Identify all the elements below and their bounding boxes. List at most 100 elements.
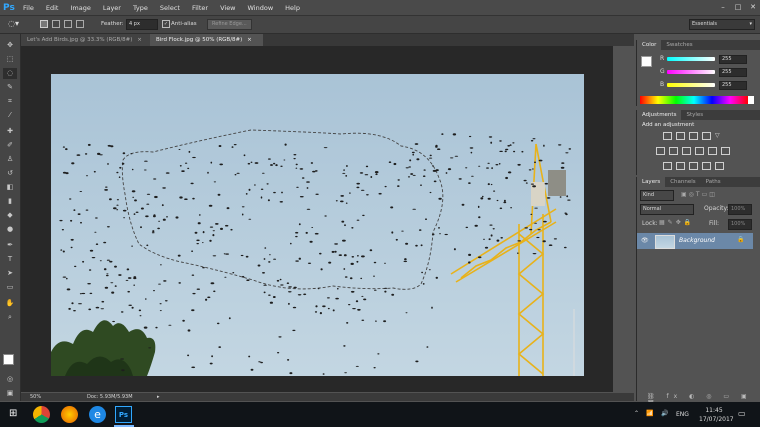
photoshop-taskbar-icon[interactable]: Ps bbox=[115, 406, 132, 423]
white-swatch[interactable] bbox=[748, 96, 754, 104]
channel-mixer-icon[interactable] bbox=[708, 147, 717, 155]
gradient-map-icon[interactable] bbox=[702, 162, 711, 170]
firefox-icon[interactable] bbox=[61, 406, 78, 423]
clock-time[interactable]: 11:45 bbox=[702, 407, 726, 414]
workspace-select[interactable]: Essentials ▾ bbox=[689, 19, 755, 30]
tab-channels[interactable]: Channels bbox=[665, 177, 700, 187]
zoom-tool-icon[interactable]: ⌕ bbox=[3, 312, 17, 323]
curves-icon[interactable] bbox=[689, 132, 698, 140]
maximize-icon[interactable]: □ bbox=[731, 0, 745, 15]
quick-selection-tool-icon[interactable]: ✎ bbox=[3, 82, 17, 93]
close-icon[interactable]: ✕ bbox=[746, 0, 760, 15]
new-selection-icon[interactable] bbox=[40, 20, 48, 28]
tab-color[interactable]: Color bbox=[637, 40, 662, 50]
tab-paths[interactable]: Paths bbox=[701, 177, 726, 187]
history-brush-tool-icon[interactable]: ↺ bbox=[3, 168, 17, 179]
antialias-checkbox[interactable]: ✓ bbox=[162, 20, 170, 28]
healing-brush-tool-icon[interactable]: ✚ bbox=[3, 126, 17, 137]
red-slider[interactable] bbox=[667, 57, 715, 61]
path-selection-tool-icon[interactable]: ➤ bbox=[3, 268, 17, 279]
menu-help[interactable]: Help bbox=[279, 4, 306, 12]
menu-select[interactable]: Select bbox=[154, 4, 186, 12]
threshold-icon[interactable] bbox=[689, 162, 698, 170]
blur-tool-icon[interactable]: ◆ bbox=[3, 210, 17, 221]
chrome-icon[interactable] bbox=[33, 406, 50, 423]
blue-value-input[interactable]: 255 bbox=[719, 81, 747, 90]
menu-layer[interactable]: Layer bbox=[97, 4, 127, 12]
zoom-level[interactable]: 50% bbox=[30, 393, 41, 401]
show-hidden-icons-icon[interactable]: ⌃ bbox=[634, 410, 639, 417]
tab-styles[interactable]: Styles bbox=[681, 110, 708, 120]
exposure-icon[interactable] bbox=[702, 132, 711, 140]
input-language[interactable]: ENG bbox=[676, 411, 689, 418]
volume-icon[interactable]: 🔊 bbox=[661, 410, 668, 417]
screen-mode-icon[interactable]: ▣ bbox=[3, 388, 17, 399]
edge-browser-icon[interactable]: e bbox=[89, 406, 106, 423]
tab-layers[interactable]: Layers bbox=[637, 177, 666, 187]
menu-type[interactable]: Type bbox=[127, 4, 154, 12]
layer-filter-kind[interactable]: Kind bbox=[640, 190, 674, 201]
brush-tool-icon[interactable]: ✐ bbox=[3, 140, 17, 151]
red-value-input[interactable]: 255 bbox=[719, 55, 747, 64]
tab-lets-add-birds[interactable]: Let's Add Birds.jpg @ 33.3% (RGB/8#) × bbox=[21, 34, 150, 46]
menu-window[interactable]: Window bbox=[242, 4, 280, 12]
network-icon[interactable]: 📶 bbox=[646, 410, 653, 417]
eye-visibility-icon[interactable]: 👁 bbox=[641, 237, 649, 244]
color-balance-icon[interactable] bbox=[669, 147, 678, 155]
fill-input[interactable]: 100% bbox=[728, 219, 752, 230]
green-slider[interactable] bbox=[667, 70, 715, 74]
foreground-color-swatch[interactable] bbox=[3, 354, 14, 365]
eraser-tool-icon[interactable]: ◧ bbox=[3, 182, 17, 193]
minimize-icon[interactable]: – bbox=[716, 0, 730, 15]
quick-mask-icon[interactable]: ◎ bbox=[3, 374, 17, 385]
color-lookup-icon[interactable] bbox=[721, 147, 730, 155]
clock-date[interactable]: 17/07/2017 bbox=[699, 416, 734, 423]
marquee-tool-icon[interactable]: ⬚ bbox=[3, 54, 17, 65]
green-value-input[interactable]: 255 bbox=[719, 68, 747, 77]
tab-bird-flock[interactable]: Bird Flock.jpg @ 50% (RGB/8#) × bbox=[150, 34, 263, 46]
menu-view[interactable]: View bbox=[214, 4, 241, 12]
dodge-tool-icon[interactable]: ● bbox=[3, 224, 17, 235]
add-to-selection-icon[interactable] bbox=[52, 20, 60, 28]
gradient-tool-icon[interactable]: ▮ bbox=[3, 196, 17, 207]
lock-icons[interactable]: ▦✎✥🔒 bbox=[659, 219, 694, 226]
bird-flock-photo[interactable] bbox=[51, 74, 584, 376]
layer-filter-icons[interactable]: ▣◎T▭◫ bbox=[681, 191, 717, 198]
opacity-input[interactable]: 100% bbox=[728, 204, 752, 215]
blue-slider[interactable] bbox=[667, 83, 715, 87]
invert-icon[interactable] bbox=[663, 162, 672, 170]
menu-file[interactable]: File bbox=[17, 4, 40, 12]
action-center-icon[interactable]: ▭ bbox=[738, 409, 746, 418]
black-white-icon[interactable] bbox=[682, 147, 691, 155]
hue-saturation-icon[interactable] bbox=[656, 147, 665, 155]
tab-swatches[interactable]: Swatches bbox=[661, 40, 697, 50]
crop-tool-icon[interactable]: ⌗ bbox=[3, 96, 17, 107]
clone-stamp-tool-icon[interactable]: ♙ bbox=[3, 154, 17, 165]
color-spectrum-ramp[interactable] bbox=[640, 96, 748, 104]
menu-edit[interactable]: Edit bbox=[40, 4, 65, 12]
intersect-selection-icon[interactable] bbox=[76, 20, 84, 28]
pen-tool-icon[interactable]: ✒ bbox=[3, 240, 17, 251]
menu-image[interactable]: Image bbox=[64, 4, 96, 12]
selective-color-icon[interactable] bbox=[715, 162, 724, 170]
blend-mode-select[interactable]: Normal bbox=[640, 204, 694, 215]
lasso-tool-preset-icon[interactable]: ◌▾ bbox=[8, 19, 26, 29]
move-tool-icon[interactable]: ✥ bbox=[3, 40, 17, 51]
menu-filter[interactable]: Filter bbox=[186, 4, 214, 12]
hand-tool-icon[interactable]: ✋ bbox=[3, 298, 17, 309]
posterize-icon[interactable] bbox=[676, 162, 685, 170]
photo-filter-icon[interactable] bbox=[695, 147, 704, 155]
tab-close-icon[interactable]: × bbox=[137, 37, 142, 43]
levels-icon[interactable] bbox=[676, 132, 685, 140]
layer-row-background[interactable]: 👁 Background 🔒 bbox=[637, 233, 753, 249]
refine-edge-button[interactable]: Refine Edge... bbox=[207, 19, 252, 30]
windows-start-icon[interactable]: ⊞ bbox=[9, 409, 19, 419]
tab-close-icon[interactable]: × bbox=[247, 37, 252, 43]
foreground-color-swatch[interactable] bbox=[641, 56, 652, 67]
type-tool-icon[interactable]: T bbox=[3, 254, 17, 265]
vibrance-icon[interactable]: ▽ bbox=[715, 132, 724, 140]
brightness-contrast-icon[interactable] bbox=[663, 132, 672, 140]
subtract-from-selection-icon[interactable] bbox=[64, 20, 72, 28]
eyedropper-tool-icon[interactable]: ⁄ bbox=[3, 110, 17, 121]
lasso-tool-icon[interactable]: ◌ bbox=[3, 68, 17, 79]
